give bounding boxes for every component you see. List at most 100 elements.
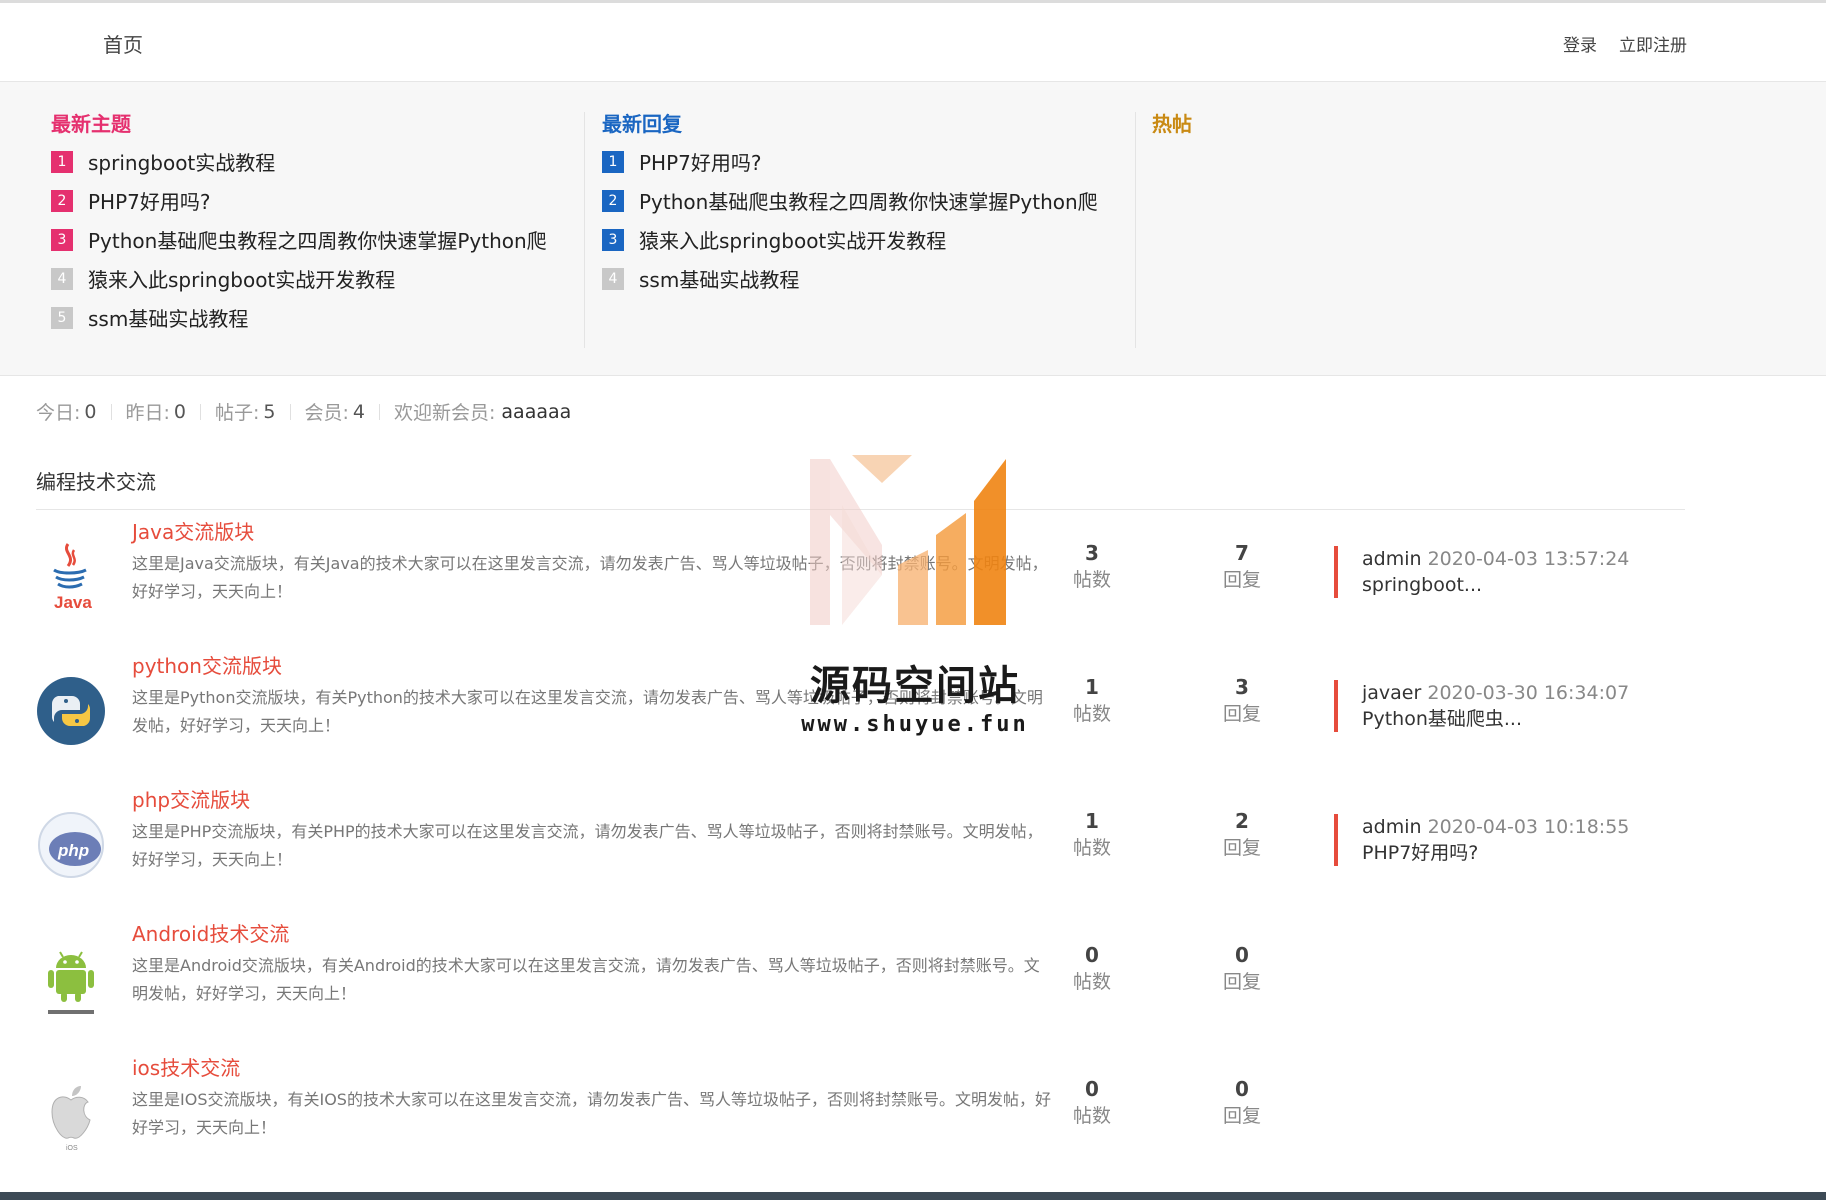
latest-topics-list: 1 springboot实战教程 2 PHP7好用吗? 3 Python基础爬虫教程之…: [51, 142, 584, 337]
forum-reply-count: 7 回复: [1192, 540, 1292, 594]
reply-topic-link[interactable]: PHP7好用吗?: [639, 147, 762, 176]
new-member-link[interactable]: aaaaaa: [501, 401, 571, 423]
top-navbar: 首页 登录 立即注册: [0, 0, 1826, 82]
forum-row: Android技术交流 这里是Android交流版块，有关Android的技术大…: [36, 912, 1685, 1046]
stat-welcome: 欢迎新会员: aaaaaa: [394, 398, 571, 425]
last-post-user[interactable]: admin: [1362, 548, 1422, 570]
watermark-text: 源码空间站: [810, 663, 1020, 709]
svg-text:iOS: iOS: [66, 1145, 78, 1152]
android-icon: [36, 940, 106, 1018]
stat-label: 欢迎新会员:: [394, 402, 496, 424]
register-link[interactable]: 立即注册: [1619, 31, 1687, 56]
reply-topic-link[interactable]: 猿来入此springboot实战开发教程: [639, 225, 946, 254]
latest-reply-item[interactable]: 3 猿来入此springboot实战开发教程: [602, 220, 1135, 259]
reply-count-label: 回复: [1222, 1105, 1261, 1127]
forum-name-link[interactable]: php交流版块: [132, 784, 250, 813]
latest-reply-item[interactable]: 2 Python基础爬虫教程之四周教你快速掌握Python爬: [602, 181, 1135, 220]
stat-divider: [200, 403, 201, 420]
forum-row: php php交流版块 这里是PHP交流版块，有关PHP的技术大家可以在这里发言…: [36, 778, 1685, 912]
latest-topic-item[interactable]: 2 PHP7好用吗?: [51, 181, 584, 220]
last-post-user[interactable]: javaer: [1362, 682, 1421, 704]
post-count-label: 帖数: [1072, 703, 1111, 725]
reply-count-label: 回复: [1222, 971, 1261, 993]
latest-topic-item[interactable]: 3 Python基础爬虫教程之四周教你快速掌握Python爬: [51, 220, 584, 259]
latest-replies-title: 最新回复: [602, 112, 682, 136]
last-post-info[interactable]: javaer 2020-03-30 16:34:07 Python基础爬虫...: [1334, 680, 1629, 732]
forum-row: Java Java交流版块 这里是Java交流版块，有关Java的技术大家可以在…: [36, 510, 1685, 644]
last-post-info[interactable]: admin 2020-04-03 13:57:24 springboot...: [1334, 546, 1629, 598]
forum-reply-count: 0 回复: [1192, 1076, 1292, 1130]
last-post-title[interactable]: PHP7好用吗?: [1362, 840, 1629, 866]
reply-count-label: 回复: [1222, 837, 1261, 859]
reply-count-value: 3: [1235, 675, 1249, 699]
forum-reply-count: 2 回复: [1192, 808, 1292, 862]
forum-name-link[interactable]: python交流版块: [132, 650, 282, 679]
section-title: 编程技术交流: [36, 470, 156, 494]
stat-label: 帖子:: [215, 402, 260, 424]
topic-link[interactable]: springboot实战教程: [88, 147, 275, 176]
stat-label: 会员:: [304, 402, 349, 424]
forum-name-link[interactable]: ios技术交流: [132, 1052, 240, 1081]
topic-link[interactable]: 猿来入此springboot实战开发教程: [88, 264, 395, 293]
reply-count-label: 回复: [1222, 569, 1261, 591]
reply-count-value: 2: [1235, 809, 1249, 833]
latest-topic-item[interactable]: 1 springboot实战教程: [51, 142, 584, 181]
post-count-value: 3: [1085, 541, 1099, 565]
forum-reply-count: 0 回复: [1192, 942, 1292, 996]
forum-post-count: 1 帖数: [1042, 808, 1142, 862]
stat-today: 今日: 0: [36, 398, 97, 425]
rank-badge: 2: [602, 189, 624, 212]
forum-name-link[interactable]: Java交流版块: [132, 516, 254, 545]
forum-description: 这里是Android交流版块，有关Android的技术大家可以在这里发言交流，请…: [132, 956, 1040, 1003]
stat-divider: [289, 403, 291, 420]
topic-link[interactable]: Python基础爬虫教程之四周教你快速掌握Python爬: [88, 225, 547, 254]
footer-band: [0, 1192, 1826, 1200]
python-icon: [36, 672, 106, 750]
topic-link[interactable]: PHP7好用吗?: [88, 186, 211, 215]
forum-description: 这里是PHP交流版块，有关PHP的技术大家可以在这里发言交流，请勿发表广告、骂人…: [132, 822, 1043, 869]
forum-row: iOS ios技术交流 这里是IOS交流版块，有关IOS的技术大家可以在这里发言…: [36, 1046, 1685, 1180]
rank-badge: 1: [51, 150, 73, 173]
stat-label: 昨日:: [125, 402, 170, 424]
forum-post-count: 3 帖数: [1042, 540, 1142, 594]
rank-badge: 1: [602, 150, 624, 173]
latest-reply-item[interactable]: 4 ssm基础实战教程: [602, 259, 1135, 298]
reply-topic-link[interactable]: Python基础爬虫教程之四周教你快速掌握Python爬: [639, 186, 1098, 215]
stat-divider: [110, 403, 112, 420]
latest-topic-item[interactable]: 4 猿来入此springboot实战开发教程: [51, 259, 584, 298]
last-post-title[interactable]: Python基础爬虫...: [1362, 706, 1629, 732]
stat-value: 0: [84, 400, 97, 423]
latest-reply-item[interactable]: 1 PHP7好用吗?: [602, 142, 1135, 181]
latest-topic-item[interactable]: 5 ssm基础实战教程: [51, 298, 584, 337]
last-post-time: 2020-04-03 13:57:24: [1427, 548, 1630, 570]
last-post-info[interactable]: admin 2020-04-03 10:18:55 PHP7好用吗?: [1334, 814, 1629, 866]
rank-badge: 2: [51, 189, 73, 212]
stat-value: 5: [263, 400, 276, 423]
rank-badge: 3: [602, 228, 624, 251]
rank-badge: 5: [51, 306, 73, 329]
last-post-time: 2020-04-03 10:18:55: [1427, 816, 1630, 838]
topic-link[interactable]: ssm基础实战教程: [88, 303, 248, 332]
apple-icon: iOS: [36, 1074, 106, 1152]
nav-home-link[interactable]: 首页: [103, 29, 143, 58]
hot-posts-title: 热帖: [1152, 112, 1192, 136]
reply-count-value: 0: [1235, 943, 1249, 967]
latest-topics-column: 最新主题 1 springboot实战教程 2 PHP7好用吗? 3 Python基础…: [51, 112, 584, 348]
reply-count-label: 回复: [1222, 703, 1261, 725]
last-post-user[interactable]: admin: [1362, 816, 1422, 838]
post-count-value: 1: [1085, 675, 1099, 699]
last-post-title[interactable]: springboot...: [1362, 572, 1629, 598]
hot-posts-column: 热帖: [1135, 112, 1555, 348]
stat-posts: 帖子: 5: [215, 398, 276, 425]
reply-count-value: 7: [1235, 541, 1249, 565]
reply-topic-link[interactable]: ssm基础实战教程: [639, 264, 799, 293]
stat-label: 今日:: [36, 402, 81, 424]
svg-text:php: php: [57, 841, 89, 860]
rank-badge: 3: [51, 228, 73, 251]
login-link[interactable]: 登录: [1563, 31, 1597, 56]
rank-badge: 4: [602, 267, 624, 290]
forum-name-link[interactable]: Android技术交流: [132, 918, 289, 947]
forum-post-count: 1 帖数: [1042, 674, 1142, 728]
svg-text:Java: Java: [54, 593, 92, 612]
stat-value: 4: [352, 400, 365, 423]
